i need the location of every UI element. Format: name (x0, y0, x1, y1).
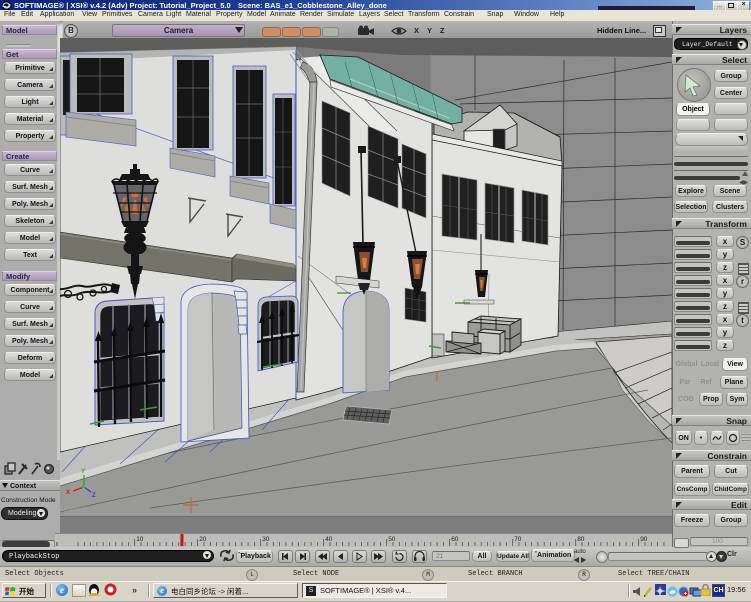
svg-text:30: 30 (262, 536, 270, 543)
svg-text:90: 90 (640, 536, 648, 543)
svg-text:40: 40 (325, 536, 333, 543)
svg-text:20: 20 (199, 536, 207, 543)
svg-text:50: 50 (388, 536, 396, 543)
svg-text:10: 10 (136, 536, 144, 543)
svg-text:X: X (66, 490, 70, 496)
svg-text:60: 60 (451, 536, 459, 543)
svg-text:80: 80 (577, 536, 585, 543)
svg-text:Y: Y (81, 469, 85, 475)
svg-text:Z: Z (92, 493, 96, 499)
svg-text:70: 70 (514, 536, 522, 543)
